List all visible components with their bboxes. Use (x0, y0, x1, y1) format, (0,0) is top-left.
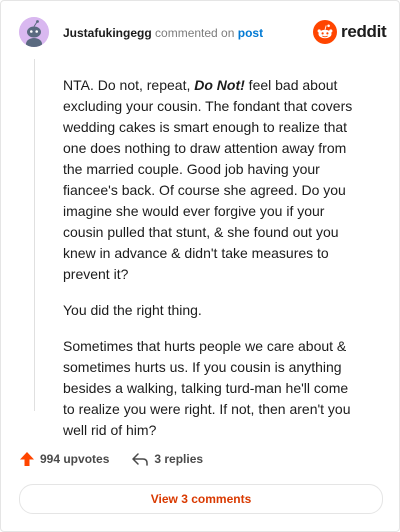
comment-paragraph-1: NTA. Do not, repeat, Do Not! feel bad ab… (63, 77, 353, 282)
comment-card: Justafukingegg commented on post reddit … (0, 0, 400, 532)
comment-actions: 994 upvotes 3 replies (19, 451, 225, 467)
upvote-arrow-icon (20, 452, 34, 466)
reddit-wordmark: reddit (341, 22, 387, 41)
view-comments-button[interactable]: View 3 comments (19, 484, 383, 514)
upvote-button[interactable]: 994 upvotes (19, 451, 109, 467)
commented-on-text: commented on (155, 26, 235, 40)
comment-paragraph-2: You did the right thing. (63, 302, 202, 318)
reddit-alien-icon (313, 20, 337, 44)
post-link[interactable]: post (238, 26, 263, 40)
reply-button[interactable]: 3 replies (131, 451, 203, 467)
upvote-count: 994 upvotes (40, 452, 110, 466)
snoo-avatar-icon (19, 17, 49, 47)
reddit-logo: reddit (313, 20, 387, 44)
comment-paragraph-3: Sometimes that hurts people we care abou… (63, 338, 351, 438)
emphasis-text: Do Not! (194, 77, 245, 93)
avatar[interactable] (19, 17, 49, 47)
comment-header: Justafukingegg commented on post (63, 26, 263, 40)
comment-body: NTA. Do not, repeat, Do Not! feel bad ab… (63, 75, 363, 456)
thread-line[interactable] (34, 59, 35, 411)
reply-arrow-icon (132, 453, 149, 466)
username[interactable]: Justafukingegg (63, 26, 152, 40)
reply-count: 3 replies (154, 452, 204, 466)
